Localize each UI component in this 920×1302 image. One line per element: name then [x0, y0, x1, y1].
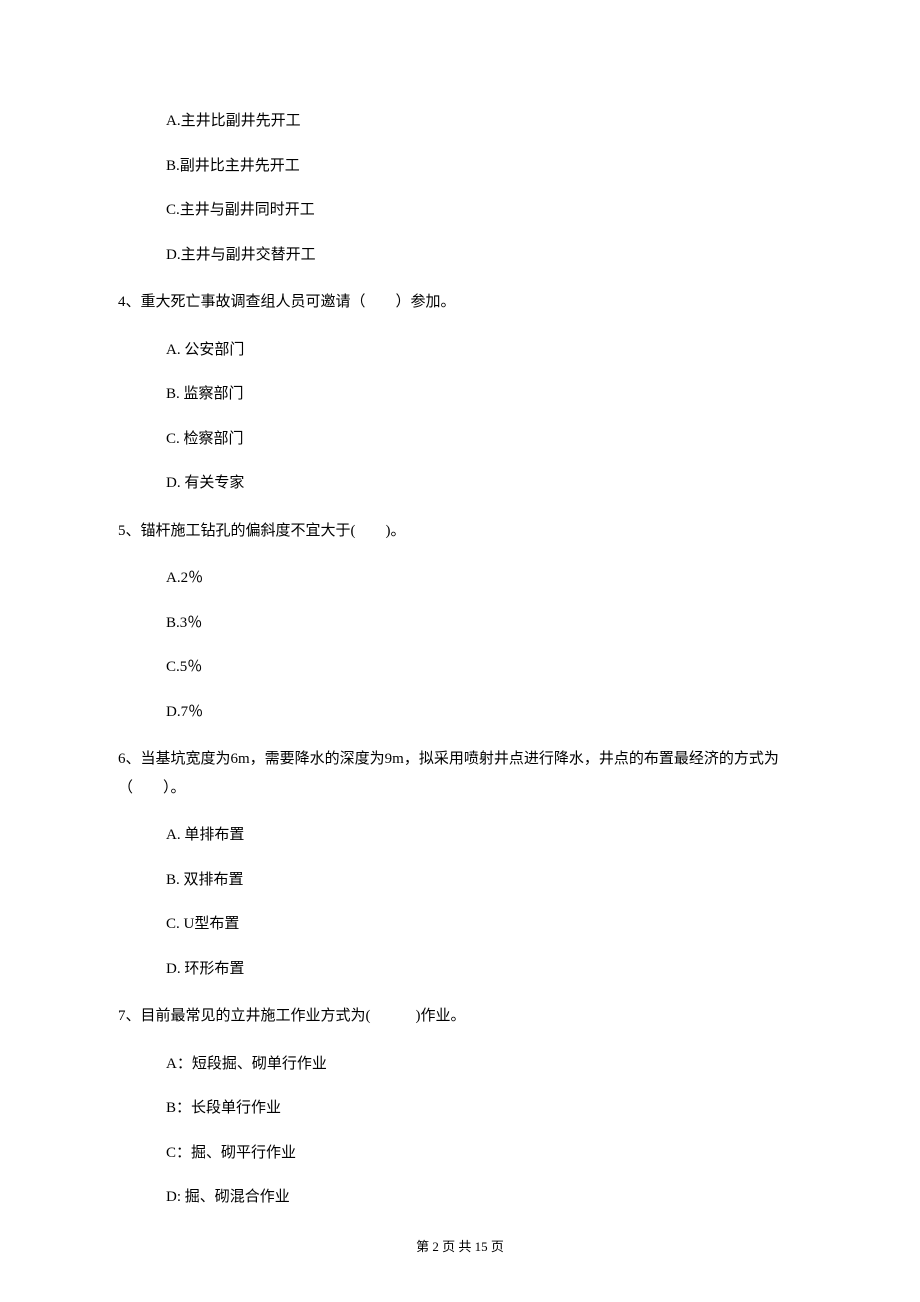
q7-option-a: A：短段掘、砌单行作业: [118, 1053, 802, 1076]
q6-stem: 6、当基坑宽度为6m，需要降水的深度为9m，拟采用喷射井点进行降水，井点的布置最…: [118, 745, 802, 802]
q4-stem: 4、重大死亡事故调查组人员可邀请（ ）参加。: [118, 288, 802, 317]
q6-option-b: B. 双排布置: [118, 869, 802, 892]
q4-option-d: D. 有关专家: [118, 472, 802, 495]
q5-stem: 5、锚杆施工钻孔的偏斜度不宜大于( )。: [118, 517, 802, 546]
q3-option-a: A.主井比副井先开工: [118, 110, 802, 133]
q5-option-a: A.2％: [118, 567, 802, 590]
q5-option-d: D.7％: [118, 701, 802, 724]
q7-stem: 7、目前最常见的立井施工作业方式为( )作业。: [118, 1002, 802, 1031]
q3-option-c: C.主井与副井同时开工: [118, 199, 802, 222]
q6-option-c: C. U型布置: [118, 913, 802, 936]
q7-option-d: D: 掘、砌混合作业: [118, 1186, 802, 1209]
q7-option-b: B：长段单行作业: [118, 1097, 802, 1120]
q6-option-a: A. 单排布置: [118, 824, 802, 847]
q4-option-b: B. 监察部门: [118, 383, 802, 406]
q3-option-b: B.副井比主井先开工: [118, 155, 802, 178]
q3-option-d: D.主井与副井交替开工: [118, 244, 802, 267]
q6-option-d: D. 环形布置: [118, 958, 802, 981]
q4-option-c: C. 检察部门: [118, 428, 802, 451]
page-footer: 第 2 页 共 15 页: [0, 1237, 920, 1257]
q7-option-c: C：掘、砌平行作业: [118, 1142, 802, 1165]
q5-option-c: C.5％: [118, 656, 802, 679]
q5-option-b: B.3％: [118, 612, 802, 635]
q4-option-a: A. 公安部门: [118, 339, 802, 362]
